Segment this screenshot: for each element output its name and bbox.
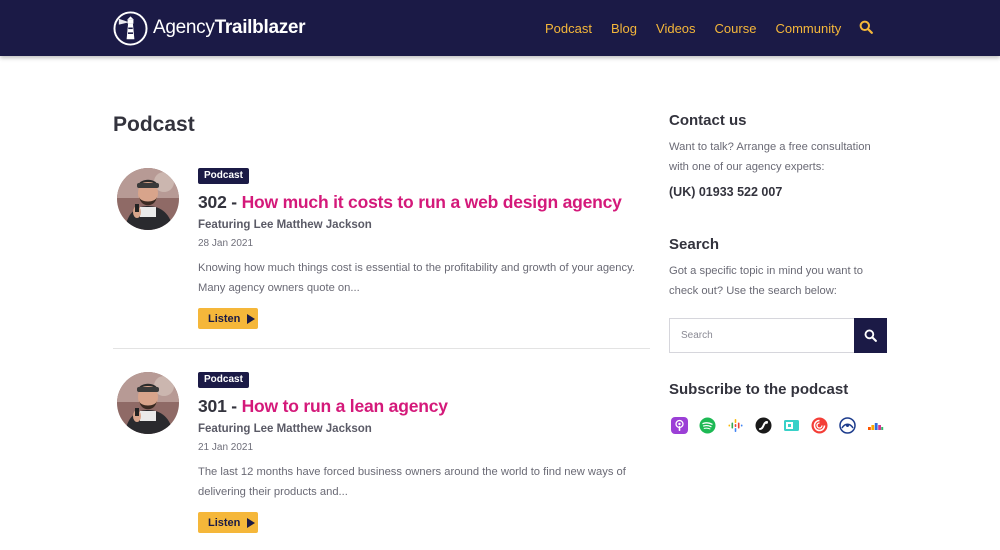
podcast-platforms: [671, 417, 895, 434]
lighthouse-icon: [113, 10, 148, 46]
page-title: Podcast: [113, 113, 195, 136]
deezer-icon[interactable]: [867, 417, 884, 434]
episode-title: How much it costs to run a web design ag…: [241, 192, 622, 212]
listen-label: Listen: [208, 516, 241, 529]
play-icon: [247, 517, 256, 528]
search-icon: [864, 329, 877, 342]
category-badge[interactable]: Podcast: [198, 372, 249, 388]
featuring-text: Featuring Lee Matthew Jackson: [198, 219, 372, 231]
search-icon[interactable]: [859, 20, 873, 34]
search-input[interactable]: [670, 319, 854, 352]
search-form: [669, 318, 887, 353]
overcast-icon[interactable]: [839, 417, 856, 434]
host-avatar[interactable]: [117, 168, 179, 230]
apple-podcasts-icon[interactable]: [671, 417, 688, 434]
pocket-casts-icon[interactable]: [811, 417, 828, 434]
episode-number: 301 -: [198, 396, 237, 416]
episode-number: 302 -: [198, 192, 237, 212]
main-nav: Podcast Blog Videos Course Community: [545, 0, 860, 56]
logo-text: AgencyTrailblazer: [153, 17, 306, 38]
subscribe-widget: Subscribe to the podcast: [669, 381, 887, 398]
category-badge[interactable]: Podcast: [198, 168, 249, 184]
google-podcasts-icon[interactable]: [727, 417, 744, 434]
post-date: 21 Jan 2021: [198, 442, 254, 453]
listen-button[interactable]: Listen: [198, 308, 258, 329]
search-submit-button[interactable]: [854, 318, 887, 353]
site-header: AgencyTrailblazer Podcast Blog Videos Co…: [0, 0, 1000, 56]
nav-course[interactable]: Course: [715, 21, 757, 36]
post-date: 28 Jan 2021: [198, 238, 254, 249]
host-photo: [117, 168, 179, 230]
tunein-icon[interactable]: [783, 417, 800, 434]
phone-number[interactable]: (UK) 01933 522 007: [669, 185, 887, 199]
contact-text: Want to talk? Arrange a free consultatio…: [669, 141, 871, 173]
host-photo: [117, 372, 179, 434]
contact-title: Contact us: [669, 112, 747, 129]
post-excerpt: The last 12 months have forced business …: [198, 466, 626, 498]
search-text: Got a specific topic in mind you want to…: [669, 265, 864, 297]
play-icon: [247, 313, 256, 324]
post-excerpt: Knowing how much things cost is essentia…: [198, 262, 635, 294]
listen-button[interactable]: Listen: [198, 512, 258, 533]
stitcher-icon[interactable]: [755, 417, 772, 434]
host-avatar[interactable]: [117, 372, 179, 434]
listen-label: Listen: [208, 312, 241, 325]
episode-title: How to run a lean agency: [241, 396, 448, 416]
search-title: Search: [669, 236, 720, 253]
post-title-link[interactable]: 302 - How much it costs to run a web des…: [198, 192, 622, 213]
search-widget: Search Got a specific topic in mind you …: [669, 236, 887, 301]
nav-community[interactable]: Community: [775, 21, 841, 36]
nav-podcast[interactable]: Podcast: [545, 21, 592, 36]
post-divider: [113, 348, 650, 349]
post-title-link[interactable]: 301 - How to run a lean agency: [198, 396, 448, 417]
nav-videos[interactable]: Videos: [656, 21, 696, 36]
spotify-icon[interactable]: [699, 417, 716, 434]
site-logo[interactable]: AgencyTrailblazer: [113, 10, 306, 46]
nav-blog[interactable]: Blog: [611, 21, 637, 36]
featuring-text: Featuring Lee Matthew Jackson: [198, 423, 372, 435]
contact-widget: Contact us Want to talk? Arrange a free …: [669, 112, 887, 199]
subscribe-title: Subscribe to the podcast: [669, 381, 849, 398]
